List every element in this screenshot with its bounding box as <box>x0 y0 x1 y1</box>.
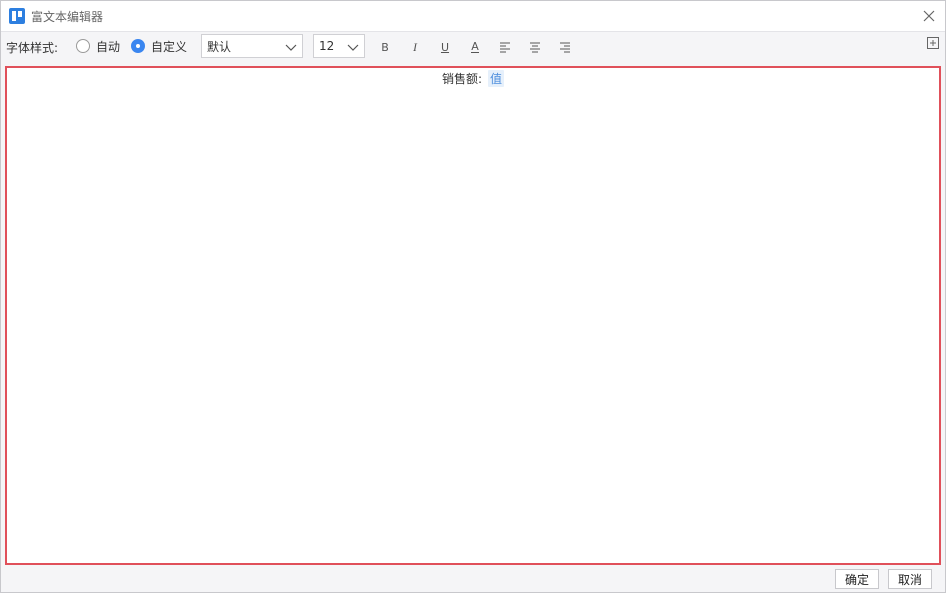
bold-icon: B <box>381 40 389 54</box>
align-left-button[interactable] <box>497 39 513 55</box>
chevron-down-icon <box>285 44 297 51</box>
app-logo-icon <box>9 8 25 24</box>
align-left-icon <box>500 42 510 53</box>
rich-text-editor-dialog: 富文本编辑器 字体样式: 自动 自定义 默认 12 B I U A 销售额: 值… <box>0 0 946 593</box>
align-right-icon <box>560 42 570 53</box>
editor-content-line: 销售额: 值 <box>7 70 939 87</box>
font-style-label: 字体样式: <box>6 41 59 55</box>
expand-button[interactable] <box>927 37 939 49</box>
sales-label: 销售额: <box>441 72 483 86</box>
radio-auto-label: 自动 <box>96 39 121 54</box>
italic-icon: I <box>413 39 417 54</box>
align-center-icon <box>530 42 540 53</box>
editor-area[interactable]: 销售额: 值 <box>5 66 941 565</box>
chevron-down-icon <box>347 44 359 51</box>
align-center-button[interactable] <box>527 39 543 55</box>
ok-button[interactable]: 确定 <box>835 569 879 589</box>
radio-auto[interactable]: 自动 <box>76 37 120 55</box>
radio-auto-circle <box>76 39 90 53</box>
radio-custom[interactable]: 自定义 <box>131 37 187 55</box>
radio-custom-label: 自定义 <box>151 39 188 54</box>
cancel-button[interactable]: 取消 <box>888 569 932 589</box>
underline-button[interactable]: U <box>437 39 453 55</box>
radio-custom-circle <box>131 39 145 53</box>
align-right-button[interactable] <box>557 39 573 55</box>
italic-button[interactable]: I <box>407 39 423 55</box>
font-color-icon: A <box>471 39 479 53</box>
font-family-select[interactable]: 默认 <box>201 34 303 58</box>
expand-icon <box>927 37 939 49</box>
font-family-value: 默认 <box>207 39 232 54</box>
font-color-button[interactable]: A <box>467 39 483 55</box>
title-bar: 富文本编辑器 <box>1 1 945 32</box>
window-title: 富文本编辑器 <box>31 10 104 24</box>
underline-icon: U <box>440 40 450 54</box>
close-icon <box>923 10 935 22</box>
font-size-select[interactable]: 12 <box>313 34 365 58</box>
bold-button[interactable]: B <box>377 39 393 55</box>
close-button[interactable] <box>919 6 939 26</box>
font-size-value: 12 <box>319 39 335 53</box>
toolbar: 字体样式: 自动 自定义 默认 12 B I U A <box>1 32 945 62</box>
value-token[interactable]: 值 <box>488 70 505 87</box>
